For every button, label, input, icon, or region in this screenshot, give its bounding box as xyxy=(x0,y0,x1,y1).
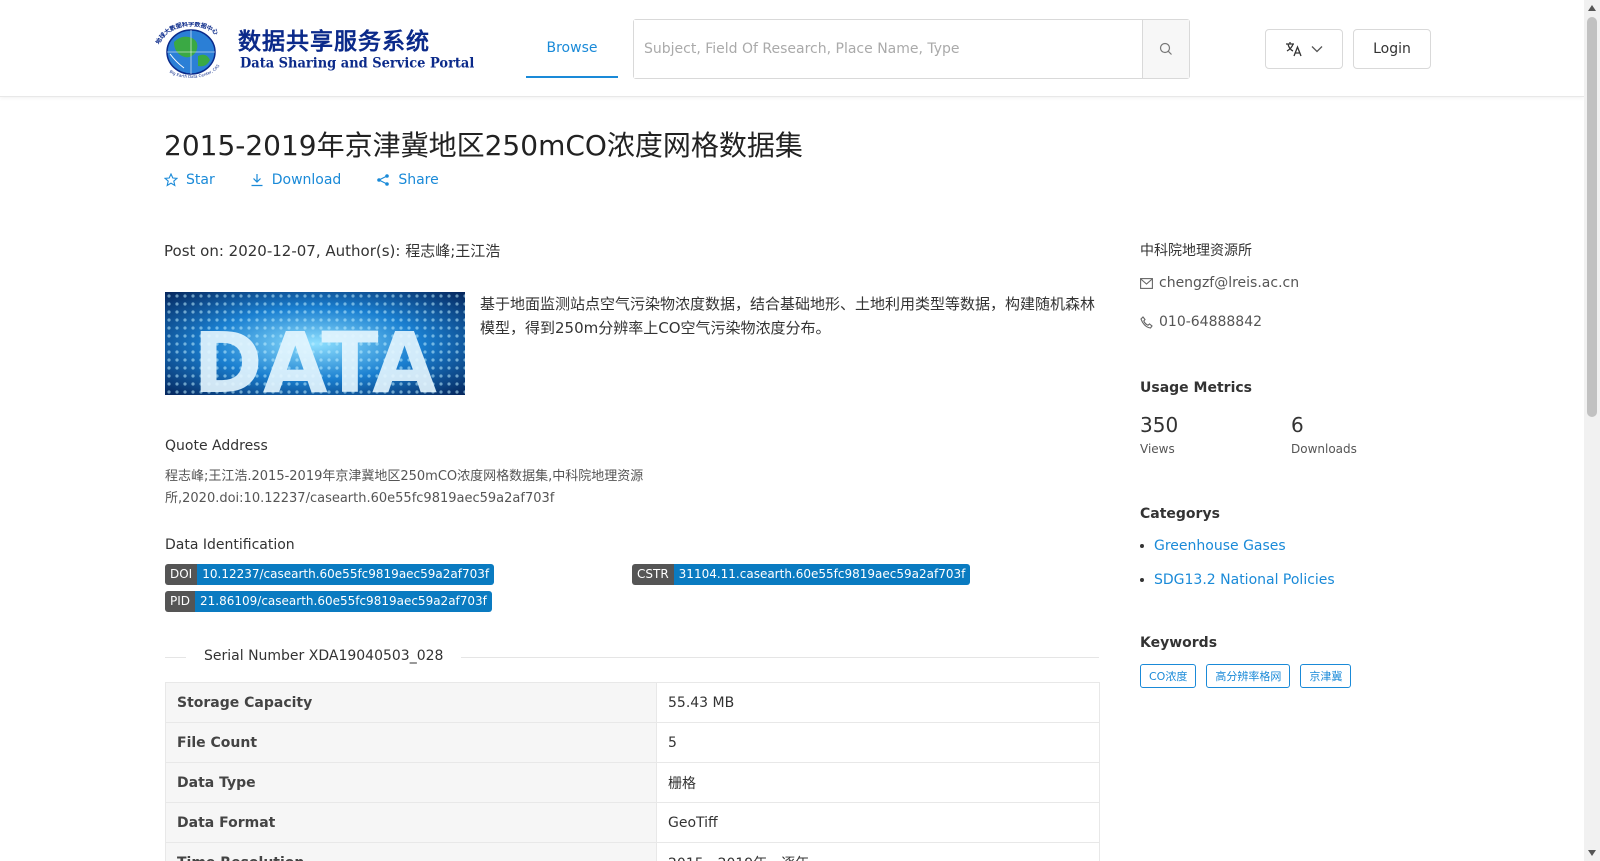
bullet-icon xyxy=(1140,544,1144,548)
category-link[interactable]: Greenhouse Gases xyxy=(1140,538,1286,554)
usage-metrics-heading: Usage Metrics xyxy=(1140,380,1252,396)
share-button[interactable]: Share xyxy=(376,172,439,188)
doi-badge[interactable]: DOI 10.12237/casearth.60e55fc9819aec59a2… xyxy=(165,564,495,585)
keywords-heading: Keywords xyxy=(1140,635,1218,651)
data-identification-label: Data Identification xyxy=(165,537,295,553)
keyword-list: CO浓度 高分辨率格网 京津冀 xyxy=(1140,664,1352,688)
metadata-key: Data Type xyxy=(165,762,657,803)
cstr-badge-key: CSTR xyxy=(632,564,674,585)
search-input[interactable] xyxy=(634,20,1142,78)
keyword-tag[interactable]: CO浓度 xyxy=(1140,664,1197,688)
search-button[interactable] xyxy=(1142,20,1189,78)
search-bar xyxy=(633,19,1190,79)
page-scrollbar[interactable] xyxy=(1584,0,1600,861)
dataset-title: 2015-2019年京津冀地区250mCO浓度网格数据集 xyxy=(164,129,803,162)
star-icon xyxy=(164,173,178,187)
serial-number: Serial Number XDA19040503_028 xyxy=(186,648,462,664)
table-row: Data Type 栅格 xyxy=(165,762,1100,803)
post-info: Post on: 2020-12-07, Author(s): 程志峰;王江浩 xyxy=(164,242,501,260)
metadata-value: 5 xyxy=(656,722,1100,763)
share-label: Share xyxy=(398,172,439,188)
table-row: Time Resolution 2015 - 2019年，逐年 xyxy=(165,842,1100,861)
logo-title-cn: 数据共享服务系统 xyxy=(238,28,430,55)
organization-name: 中科院地理资源所 xyxy=(1140,243,1252,259)
download-button[interactable]: Download xyxy=(250,172,342,188)
metadata-key: Data Format xyxy=(165,802,657,843)
language-switch-button[interactable] xyxy=(1265,29,1343,69)
metadata-value: 55.43 MB xyxy=(656,682,1100,723)
doi-badge-value: 10.12237/casearth.60e55fc9819aec59a2af70… xyxy=(197,564,495,585)
metadata-key: Time Resolution xyxy=(165,842,657,861)
phone-icon xyxy=(1140,315,1153,329)
quote-address-text: 程志峰;王江浩.2015-2019年京津冀地区250mCO浓度网格数据集,中科院… xyxy=(165,469,644,506)
bullet-icon xyxy=(1140,578,1144,582)
pid-badge-key: PID xyxy=(165,591,196,612)
keyword-tag[interactable]: 京津冀 xyxy=(1300,664,1352,688)
views-count: 350 xyxy=(1140,413,1179,437)
table-row: Storage Capacity 55.43 MB xyxy=(165,682,1100,723)
views-label: Views xyxy=(1140,442,1175,456)
dataset-thumbnail: DATA xyxy=(165,292,465,395)
metadata-table: Storage Capacity 55.43 MB File Count 5 D… xyxy=(165,682,1100,861)
star-label: Star xyxy=(186,172,215,188)
search-icon xyxy=(1159,42,1172,55)
contact-phone: 010-64888842 xyxy=(1140,314,1262,330)
thumbnail-text: DATA xyxy=(193,314,437,395)
site-logo[interactable]: 地球大数据科学数据中心 Big Earth Data Center, CAS 数… xyxy=(152,18,474,80)
login-button[interactable]: Login xyxy=(1353,29,1431,69)
metadata-value: 栅格 xyxy=(656,762,1100,803)
doi-badge-key: DOI xyxy=(165,564,198,585)
dataset-actions: Star Download Share xyxy=(164,172,439,188)
cstr-badge[interactable]: CSTR 31104.11.casearth.60e55fc9819aec59a… xyxy=(632,564,971,585)
scroll-up-arrow-icon[interactable] xyxy=(1588,5,1596,11)
pid-badge[interactable]: PID 21.86109/casearth.60e55fc9819aec59a2… xyxy=(165,591,492,612)
dataset-description: 基于地面监测站点空气污染物浓度数据，结合基础地形、土地利用类型等数据，构建随机森… xyxy=(480,295,1096,337)
pid-badge-value: 21.86109/casearth.60e55fc9819aec59a2af70… xyxy=(195,591,492,612)
star-button[interactable]: Star xyxy=(164,172,215,188)
category-label: Greenhouse Gases xyxy=(1154,538,1286,554)
phone-text: 010-64888842 xyxy=(1159,314,1263,330)
quote-address-label: Quote Address xyxy=(165,438,268,454)
metadata-value: 2015 - 2019年，逐年 xyxy=(656,842,1100,861)
scroll-thumb[interactable] xyxy=(1587,17,1597,417)
download-icon xyxy=(251,174,263,187)
metadata-value: GeoTiff xyxy=(656,802,1100,843)
downloads-count: 6 xyxy=(1291,413,1304,437)
metadata-key: File Count xyxy=(165,722,657,763)
category-label: SDG13.2 National Policies xyxy=(1154,572,1335,588)
contact-email[interactable]: chengzf@lreis.ac.cn xyxy=(1140,275,1299,291)
top-header: 地球大数据科学数据中心 Big Earth Data Center, CAS 数… xyxy=(0,0,1584,97)
mail-icon xyxy=(1140,277,1153,289)
thumbnail-image: DATA xyxy=(165,292,465,395)
scroll-down-arrow-icon[interactable] xyxy=(1588,850,1596,856)
keyword-tag[interactable]: 高分辨率格网 xyxy=(1206,664,1291,688)
translate-icon xyxy=(1286,42,1302,57)
table-row: File Count 5 xyxy=(165,722,1100,763)
table-row: Data Format GeoTiff xyxy=(165,802,1100,843)
download-label: Download xyxy=(271,172,342,188)
cstr-badge-value: 31104.11.casearth.60e55fc9819aec59a2af70… xyxy=(673,564,971,585)
downloads-label: Downloads xyxy=(1291,442,1357,456)
email-text: chengzf@lreis.ac.cn xyxy=(1159,275,1300,291)
chevron-down-icon xyxy=(1311,46,1323,53)
nav-tab-browse[interactable]: Browse xyxy=(526,18,618,78)
metadata-key: Storage Capacity xyxy=(165,682,657,723)
logo-title-en: Data Sharing and Service Portal xyxy=(240,55,475,72)
categories-heading: Categorys xyxy=(1140,506,1220,522)
share-icon xyxy=(377,174,390,186)
category-link[interactable]: SDG13.2 National Policies xyxy=(1140,572,1335,588)
globe-logo-icon: 地球大数据科学数据中心 Big Earth Data Center, CAS xyxy=(154,22,221,78)
